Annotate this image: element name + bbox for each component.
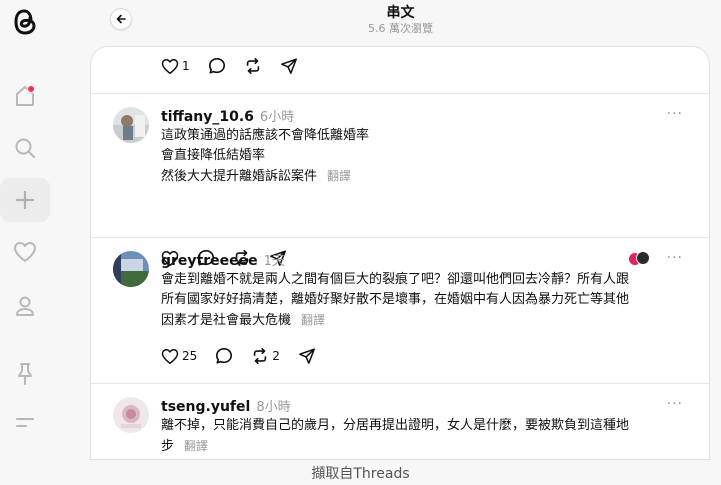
- more-icon[interactable]: ···: [667, 396, 683, 412]
- translate-link[interactable]: 翻譯: [301, 313, 325, 327]
- post-actions: 25 2: [161, 347, 334, 365]
- pin-icon[interactable]: [0, 352, 50, 396]
- comment-icon: [208, 57, 225, 74]
- view-count: 5.6 萬次瀏覽: [368, 22, 433, 35]
- post-body: 這政策通過的話應該不會降低離婚率 會直接降低結婚率 然後大大提升離婚訴訟案件 翻譯: [161, 126, 687, 187]
- repost-button[interactable]: [244, 57, 262, 75]
- thread-panel: 1 tiffany_10.6 6小時 ··· 這政策通過的話應該不會降低離婚率 會…: [90, 46, 710, 460]
- like-button[interactable]: 1: [161, 58, 190, 75]
- post-time: 6小時: [259, 110, 295, 125]
- post-line: 然後大大提升離婚訴訟案件: [161, 169, 318, 184]
- notification-dot: [27, 85, 35, 93]
- page-header: 串文 5.6 萬次瀏覽: [90, 0, 711, 40]
- post-line-with-translate: 步翻譯: [161, 436, 687, 457]
- post-line: 會走到離婚不就是兩人之間有個巨大的裂痕了吧？卻還叫他們回去冷靜？所有人跟: [161, 272, 630, 287]
- reply-post: greytreeeee 1天 ··· 會走到離婚不就是兩人之間有個巨大的裂痕了吧？…: [91, 237, 709, 383]
- heart-icon: [161, 58, 179, 74]
- post-line-with-translate: 然後大大提升離婚訴訟案件 翻譯: [161, 166, 687, 187]
- reply-post: tseng.yufel 8小時 ··· 離不掉，只能消費自己的歲月，分居再提出證明…: [91, 383, 709, 459]
- parent-post-actions: 1: [161, 57, 316, 75]
- repost-count: 2: [272, 349, 280, 363]
- avatar[interactable]: [113, 107, 149, 143]
- comment-icon: [216, 347, 233, 364]
- more-icon[interactable]: ···: [667, 250, 683, 266]
- username-text[interactable]: tiffany_10.6: [161, 109, 254, 125]
- post-line: 步: [161, 439, 175, 454]
- share-icon: [298, 348, 315, 364]
- more-icon[interactable]: ···: [667, 106, 683, 122]
- avatar[interactable]: [113, 251, 149, 287]
- share-button[interactable]: [298, 347, 316, 365]
- sidebar: [0, 0, 58, 460]
- repost-button[interactable]: 2: [251, 347, 280, 365]
- search-icon[interactable]: [0, 126, 50, 170]
- page-title: 串文: [386, 5, 415, 21]
- heart-icon[interactable]: [0, 230, 50, 274]
- threads-logo-icon[interactable]: [0, 0, 50, 44]
- translate-link[interactable]: 翻譯: [327, 169, 351, 183]
- like-count: 1: [182, 59, 190, 73]
- heart-icon: [161, 348, 179, 364]
- post-line: 這政策通過的話應該不會降低離婚率: [161, 128, 370, 143]
- like-count: 25: [182, 349, 198, 363]
- post-time: 8小時: [256, 400, 291, 415]
- username[interactable]: tseng.yufel 8小時: [161, 396, 291, 415]
- username[interactable]: greytreeeee 1天: [161, 250, 285, 269]
- image-caption: 擷取自Threads: [311, 466, 410, 482]
- share-icon: [280, 58, 297, 74]
- home-icon[interactable]: [0, 74, 50, 118]
- repost-icon: [254, 347, 267, 365]
- profile-icon[interactable]: [0, 284, 50, 328]
- username-text[interactable]: tseng.yufel: [161, 399, 250, 415]
- post-time: 1天: [263, 254, 285, 269]
- post-line: 會直接降低結婚率: [161, 148, 266, 163]
- username-text[interactable]: greytreeeee: [161, 253, 258, 269]
- comment-button[interactable]: [215, 347, 233, 365]
- translate-link[interactable]: 翻譯: [184, 439, 208, 453]
- liker-avatar: [636, 251, 650, 265]
- post-line: 因素才是社會最大危機: [161, 313, 292, 328]
- post-body: 離不掉，只能消費自己的歲月，分居再提出證明，女人是什麼，要被欺負到這種地 步翻譯: [161, 416, 687, 457]
- avatar[interactable]: [113, 397, 149, 433]
- menu-icon[interactable]: [0, 400, 50, 444]
- like-button[interactable]: 25: [161, 348, 197, 365]
- post-line: 離不掉，只能消費自己的歲月，分居再提出證明，女人是什麼，要被欺負到這種地: [161, 418, 630, 433]
- post-line-with-translate: 因素才是社會最大危機 翻譯: [161, 310, 687, 331]
- share-button[interactable]: [280, 57, 298, 75]
- comment-button[interactable]: [208, 57, 226, 75]
- repost-icon: [246, 57, 259, 75]
- post-line: 所有國家好好搞清楚，離婚好聚好散不是壞事，在婚姻中有人因為暴力死亡等其他: [161, 292, 630, 307]
- username[interactable]: tiffany_10.6 6小時: [161, 106, 294, 125]
- plus-icon[interactable]: [0, 178, 50, 222]
- liked-by-avatars[interactable]: [629, 251, 651, 267]
- post-body: 會走到離婚不就是兩人之間有個巨大的裂痕了吧？卻還叫他們回去冷靜？所有人跟 所有國…: [161, 270, 687, 331]
